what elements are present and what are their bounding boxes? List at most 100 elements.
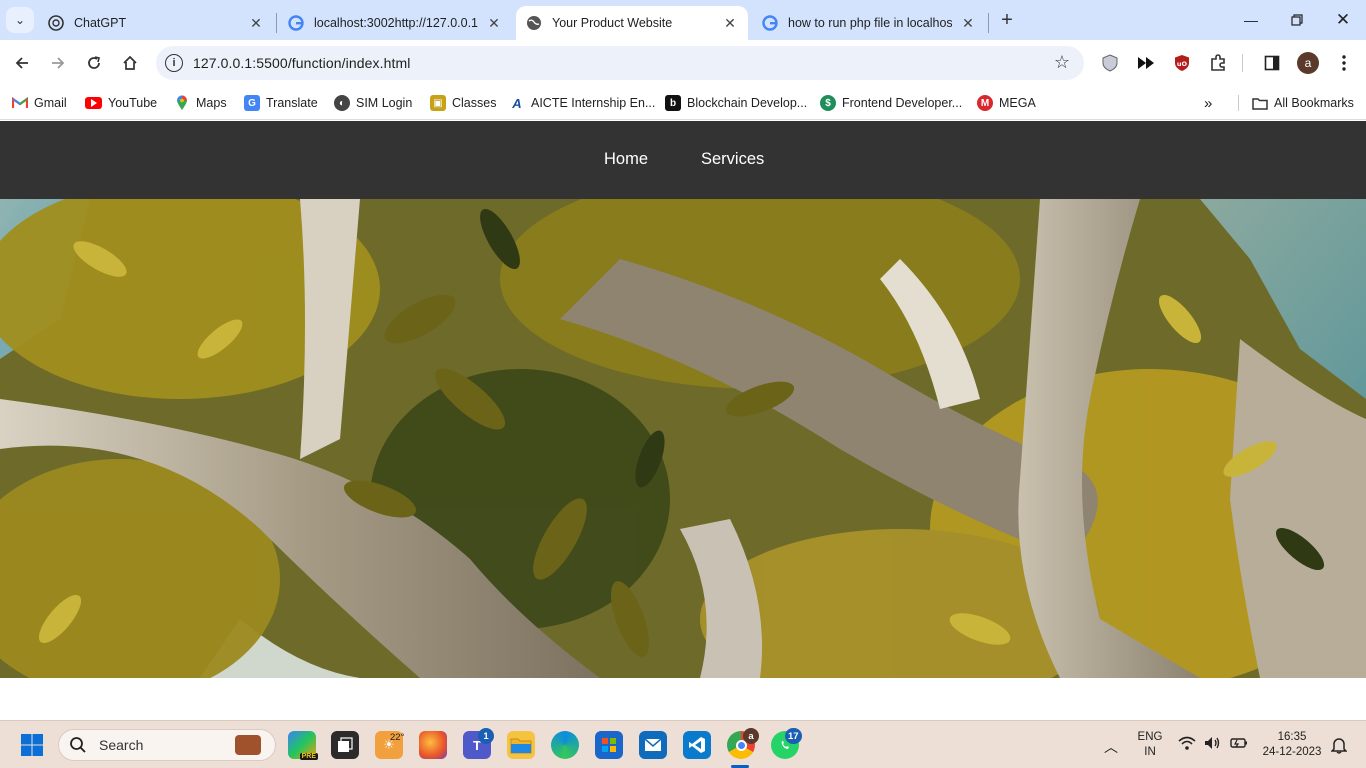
whatsapp-badge: 17: [785, 728, 802, 744]
shield-extension-icon[interactable]: [1099, 52, 1121, 74]
star-icon[interactable]: ☆: [1054, 52, 1070, 73]
briefcase-icon: [235, 735, 261, 755]
close-icon[interactable]: ✕: [960, 15, 976, 31]
clock[interactable]: 16:35 24-12-2023: [1256, 730, 1328, 760]
bookmark-frontend[interactable]: $ Frontend Developer...: [820, 93, 962, 113]
arrow-right-icon: [52, 57, 65, 69]
bookmark-label: Frontend Developer...: [842, 96, 963, 110]
bookmark-blockchain[interactable]: b Blockchain Develop...: [665, 93, 807, 113]
clock-time: 16:35: [1277, 731, 1307, 743]
bookmark-label: SIM Login: [356, 96, 413, 110]
reload-button[interactable]: [79, 48, 109, 78]
back-button[interactable]: [7, 48, 37, 78]
weather-temp: 22°: [390, 731, 405, 743]
copilot-icon[interactable]: PRE: [288, 731, 318, 760]
translate-icon: G: [244, 95, 260, 111]
ublock-icon[interactable]: uO: [1171, 52, 1193, 74]
browser-toolbar: i 127.0.0.1:5500/function/index.html ☆ u…: [0, 40, 1366, 86]
wifi-icon: [1178, 735, 1196, 754]
windows-taskbar: Search PRE ☀ 22° T 1 a 17 ︿ ENG IN 16:35…: [0, 720, 1366, 768]
arrow-left-icon: [15, 57, 28, 69]
bookmark-label: Translate: [266, 96, 318, 110]
language-indicator[interactable]: ENG IN: [1134, 730, 1166, 760]
firefox-icon[interactable]: [419, 731, 447, 759]
google-icon: [762, 15, 778, 31]
bookmark-label: Gmail: [34, 96, 67, 110]
vscode-icon[interactable]: [683, 731, 711, 759]
bookmark-translate[interactable]: G Translate: [244, 93, 318, 113]
youtube-icon: [85, 97, 102, 109]
globe-icon: ◐: [334, 95, 350, 111]
windows-start-icon[interactable]: [18, 731, 46, 759]
forward-button[interactable]: [43, 48, 73, 78]
home-icon: [123, 55, 137, 70]
bookmark-label: Blockchain Develop...: [687, 96, 808, 110]
lang-line2: IN: [1144, 746, 1156, 758]
toolbar-divider: [1242, 54, 1243, 72]
all-bookmarks[interactable]: All Bookmarks: [1252, 93, 1354, 113]
clock-date: 24-12-2023: [1262, 746, 1322, 758]
more-bookmarks-chevron-icon[interactable]: »: [1204, 93, 1212, 113]
store-icon[interactable]: [595, 731, 623, 759]
bookmark-maps[interactable]: Maps: [174, 93, 227, 113]
info-icon[interactable]: i: [165, 54, 183, 72]
file-explorer-icon[interactable]: [507, 731, 535, 759]
minimize-button[interactable]: —: [1228, 0, 1274, 40]
tab-php-search[interactable]: how to run php file in localhost ✕: [752, 6, 986, 40]
profile-avatar[interactable]: a: [1297, 52, 1319, 74]
teams-badge: 1: [478, 728, 494, 744]
close-icon[interactable]: ✕: [248, 15, 264, 31]
bookmark-label: MEGA: [999, 96, 1036, 110]
bookmark-gmail[interactable]: Gmail: [12, 93, 67, 113]
mega-icon: M: [977, 95, 993, 111]
taskbar-search[interactable]: Search: [58, 729, 276, 761]
globe-icon: [526, 15, 542, 31]
chevron-up-icon[interactable]: ︿: [1104, 737, 1118, 757]
battery-icon: [1230, 735, 1248, 754]
tab-localhost[interactable]: localhost:3002http://127.0.0.1:5 ✕: [278, 6, 512, 40]
side-panel-icon[interactable]: [1261, 52, 1283, 74]
system-tray-icons[interactable]: [1178, 735, 1248, 754]
nav-link-home[interactable]: Home: [604, 150, 648, 169]
close-icon[interactable]: ✕: [722, 15, 738, 31]
menu-dots-icon[interactable]: [1333, 52, 1355, 74]
search-placeholder: Search: [99, 737, 144, 753]
bookmark-aicte[interactable]: A AICTE Internship En...: [509, 93, 655, 113]
url-text[interactable]: 127.0.0.1:5500/function/index.html: [193, 55, 410, 71]
extensions-puzzle-icon[interactable]: [1207, 52, 1229, 74]
tab-your-product-website[interactable]: Your Product Website ✕: [516, 6, 748, 40]
mail-icon[interactable]: [639, 731, 667, 759]
bookmark-label: All Bookmarks: [1274, 96, 1354, 110]
bookmark-sim-login[interactable]: ◐ SIM Login: [334, 93, 412, 113]
fast-forward-extension-icon[interactable]: [1135, 52, 1157, 74]
blockchain-icon: b: [665, 95, 681, 111]
close-icon[interactable]: ✕: [486, 15, 502, 31]
classroom-icon: ▣: [430, 95, 446, 111]
bookmark-label: Maps: [196, 96, 227, 110]
chrome-profile-badge: a: [743, 728, 759, 744]
tab-divider: [988, 13, 989, 33]
bookmark-label: Classes: [452, 96, 497, 110]
bookmarks-divider: [1238, 95, 1239, 111]
nav-link-services[interactable]: Services: [701, 150, 764, 169]
bookmark-mega[interactable]: M MEGA: [977, 93, 1036, 113]
restore-icon: [1291, 14, 1303, 26]
address-bar[interactable]: i 127.0.0.1:5500/function/index.html ☆: [156, 46, 1084, 80]
tab-title: localhost:3002http://127.0.0.1:5: [314, 16, 478, 30]
notification-bell-icon[interactable]: [1330, 736, 1348, 759]
tab-title: ChatGPT: [74, 16, 127, 30]
bookmark-youtube[interactable]: YouTube: [85, 93, 157, 113]
tab-chatgpt[interactable]: ChatGPT ✕: [38, 6, 274, 40]
task-view-icon[interactable]: [331, 731, 359, 759]
edge-icon[interactable]: [551, 731, 579, 759]
tab-search-button[interactable]: ⌄: [6, 7, 34, 33]
tab-strip: ⌄ ChatGPT ✕ localhost:3002http://127.0.0…: [0, 0, 1366, 40]
site-navbar: Home Services: [0, 121, 1366, 199]
chatgpt-icon: [48, 15, 64, 31]
close-window-button[interactable]: ✕: [1320, 0, 1366, 40]
bookmark-classes[interactable]: ▣ Classes: [430, 93, 496, 113]
restore-button[interactable]: [1274, 0, 1320, 40]
chevron-down-icon: ⌄: [14, 13, 26, 27]
home-button[interactable]: [115, 48, 145, 78]
new-tab-button[interactable]: +: [996, 9, 1018, 31]
